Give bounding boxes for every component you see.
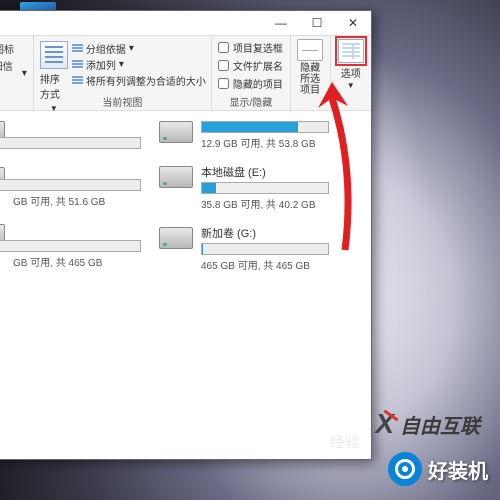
checkbox-item-checkboxes[interactable]: 项目复选框	[218, 40, 283, 55]
watermark-brand-1: X 自由互联	[375, 408, 480, 440]
drive-list: 运行百度网盘 (D:) GB 可用, 共 51.6 GB 卷 (F:) GB 可…	[0, 111, 371, 459]
usage-bar	[201, 182, 329, 194]
hide-selected-button[interactable]: 隐藏 所选项目	[290, 36, 331, 110]
drive-icon	[159, 121, 193, 143]
drive-name: 卷 (F:)	[0, 222, 141, 238]
group-label-showhide: 显示/隐藏	[212, 94, 290, 109]
options-icon	[338, 39, 364, 63]
autosize-icon	[72, 76, 83, 85]
layout-details[interactable]: 详细信息 ▾	[0, 58, 27, 88]
titlebar: — ☐ ✕	[0, 11, 371, 35]
x-logo-icon: X	[375, 408, 394, 440]
drive-capacity-text: GB 可用, 共 51.6 GB	[13, 193, 141, 208]
checkbox-file-extensions[interactable]: 文件扩展名	[218, 58, 283, 73]
usage-bar	[0, 240, 141, 252]
layout-small-icons[interactable]: 小图标	[0, 41, 27, 56]
watermark-brand-2: 好装机	[388, 452, 488, 486]
usage-bar	[201, 243, 329, 255]
drive-capacity-text: GB 可用, 共 465 GB	[13, 254, 141, 269]
drive-item[interactable]: 卷 (F:) GB 可用, 共 465 GB	[0, 222, 141, 269]
close-button[interactable]: ✕	[335, 11, 371, 35]
hide-icon	[297, 39, 323, 61]
add-column-button[interactable]: 添加列 ▾	[72, 57, 206, 72]
drive-name: 新加卷 (G:)	[201, 225, 329, 241]
autosize-button[interactable]: 将所有列调整为合适的大小	[72, 73, 206, 88]
drive-name: 本地磁盘 (E:)	[201, 164, 329, 180]
checkbox-hidden-items[interactable]: 隐藏的项目	[218, 76, 283, 91]
options-button[interactable]: 选项 ▼	[331, 36, 372, 110]
group-icon	[72, 44, 83, 53]
ribbon-group-view: 排序方式 ▼ 分组依据 ▾ 添加列 ▾ 将所有列调整为合适的大小 当前视图	[34, 36, 212, 110]
usage-bar	[0, 137, 141, 149]
chevron-down-icon: ▼	[347, 81, 355, 90]
dropdown-icon: ▾	[22, 68, 27, 79]
maximize-button[interactable]: ☐	[299, 11, 335, 35]
sort-icon	[40, 41, 68, 69]
drive-capacity-text: 465 GB 可用, 共 465 GB	[201, 257, 329, 272]
ribbon: 小图标 详细信息 ▾ 排序方式 ▼ 分组依据 ▾ 添加列 ▾ 将所有列调整为合适…	[0, 35, 371, 111]
drive-item[interactable]: 新加卷 (G:) 465 GB 可用, 共 465 GB	[159, 225, 329, 272]
explorer-window: — ☐ ✕ 小图标 详细信息 ▾ 排序方式 ▼	[0, 10, 372, 460]
drive-icon	[159, 227, 193, 249]
group-label-view: 当前视图	[34, 94, 211, 109]
group-by-button[interactable]: 分组依据 ▾	[72, 41, 206, 56]
drive-name: (D:)	[0, 165, 141, 177]
drive-item[interactable]: 本地磁盘 (E:) 35.8 GB 可用, 共 40.2 GB	[159, 164, 329, 211]
ribbon-group-layout: 小图标 详细信息 ▾	[0, 36, 34, 110]
drive-item[interactable]: 12.9 GB 可用, 共 53.8 GB	[159, 119, 329, 150]
usage-bar	[201, 121, 329, 133]
usage-bar	[0, 179, 141, 191]
column-icon	[72, 60, 83, 69]
drive-item[interactable]: (D:) GB 可用, 共 51.6 GB	[0, 165, 141, 208]
watermark-faint: 经验	[330, 432, 360, 452]
drive-name: 运行百度网盘	[0, 119, 141, 135]
drive-icon	[159, 166, 193, 188]
drive-capacity-text: 35.8 GB 可用, 共 40.2 GB	[201, 196, 329, 211]
camera-logo-icon	[388, 452, 422, 486]
minimize-button[interactable]: —	[263, 11, 299, 35]
drive-item[interactable]: 运行百度网盘	[0, 119, 141, 151]
drive-capacity-text: 12.9 GB 可用, 共 53.8 GB	[201, 135, 329, 150]
ribbon-group-showhide: 项目复选框 文件扩展名 隐藏的项目 显示/隐藏	[212, 36, 290, 110]
